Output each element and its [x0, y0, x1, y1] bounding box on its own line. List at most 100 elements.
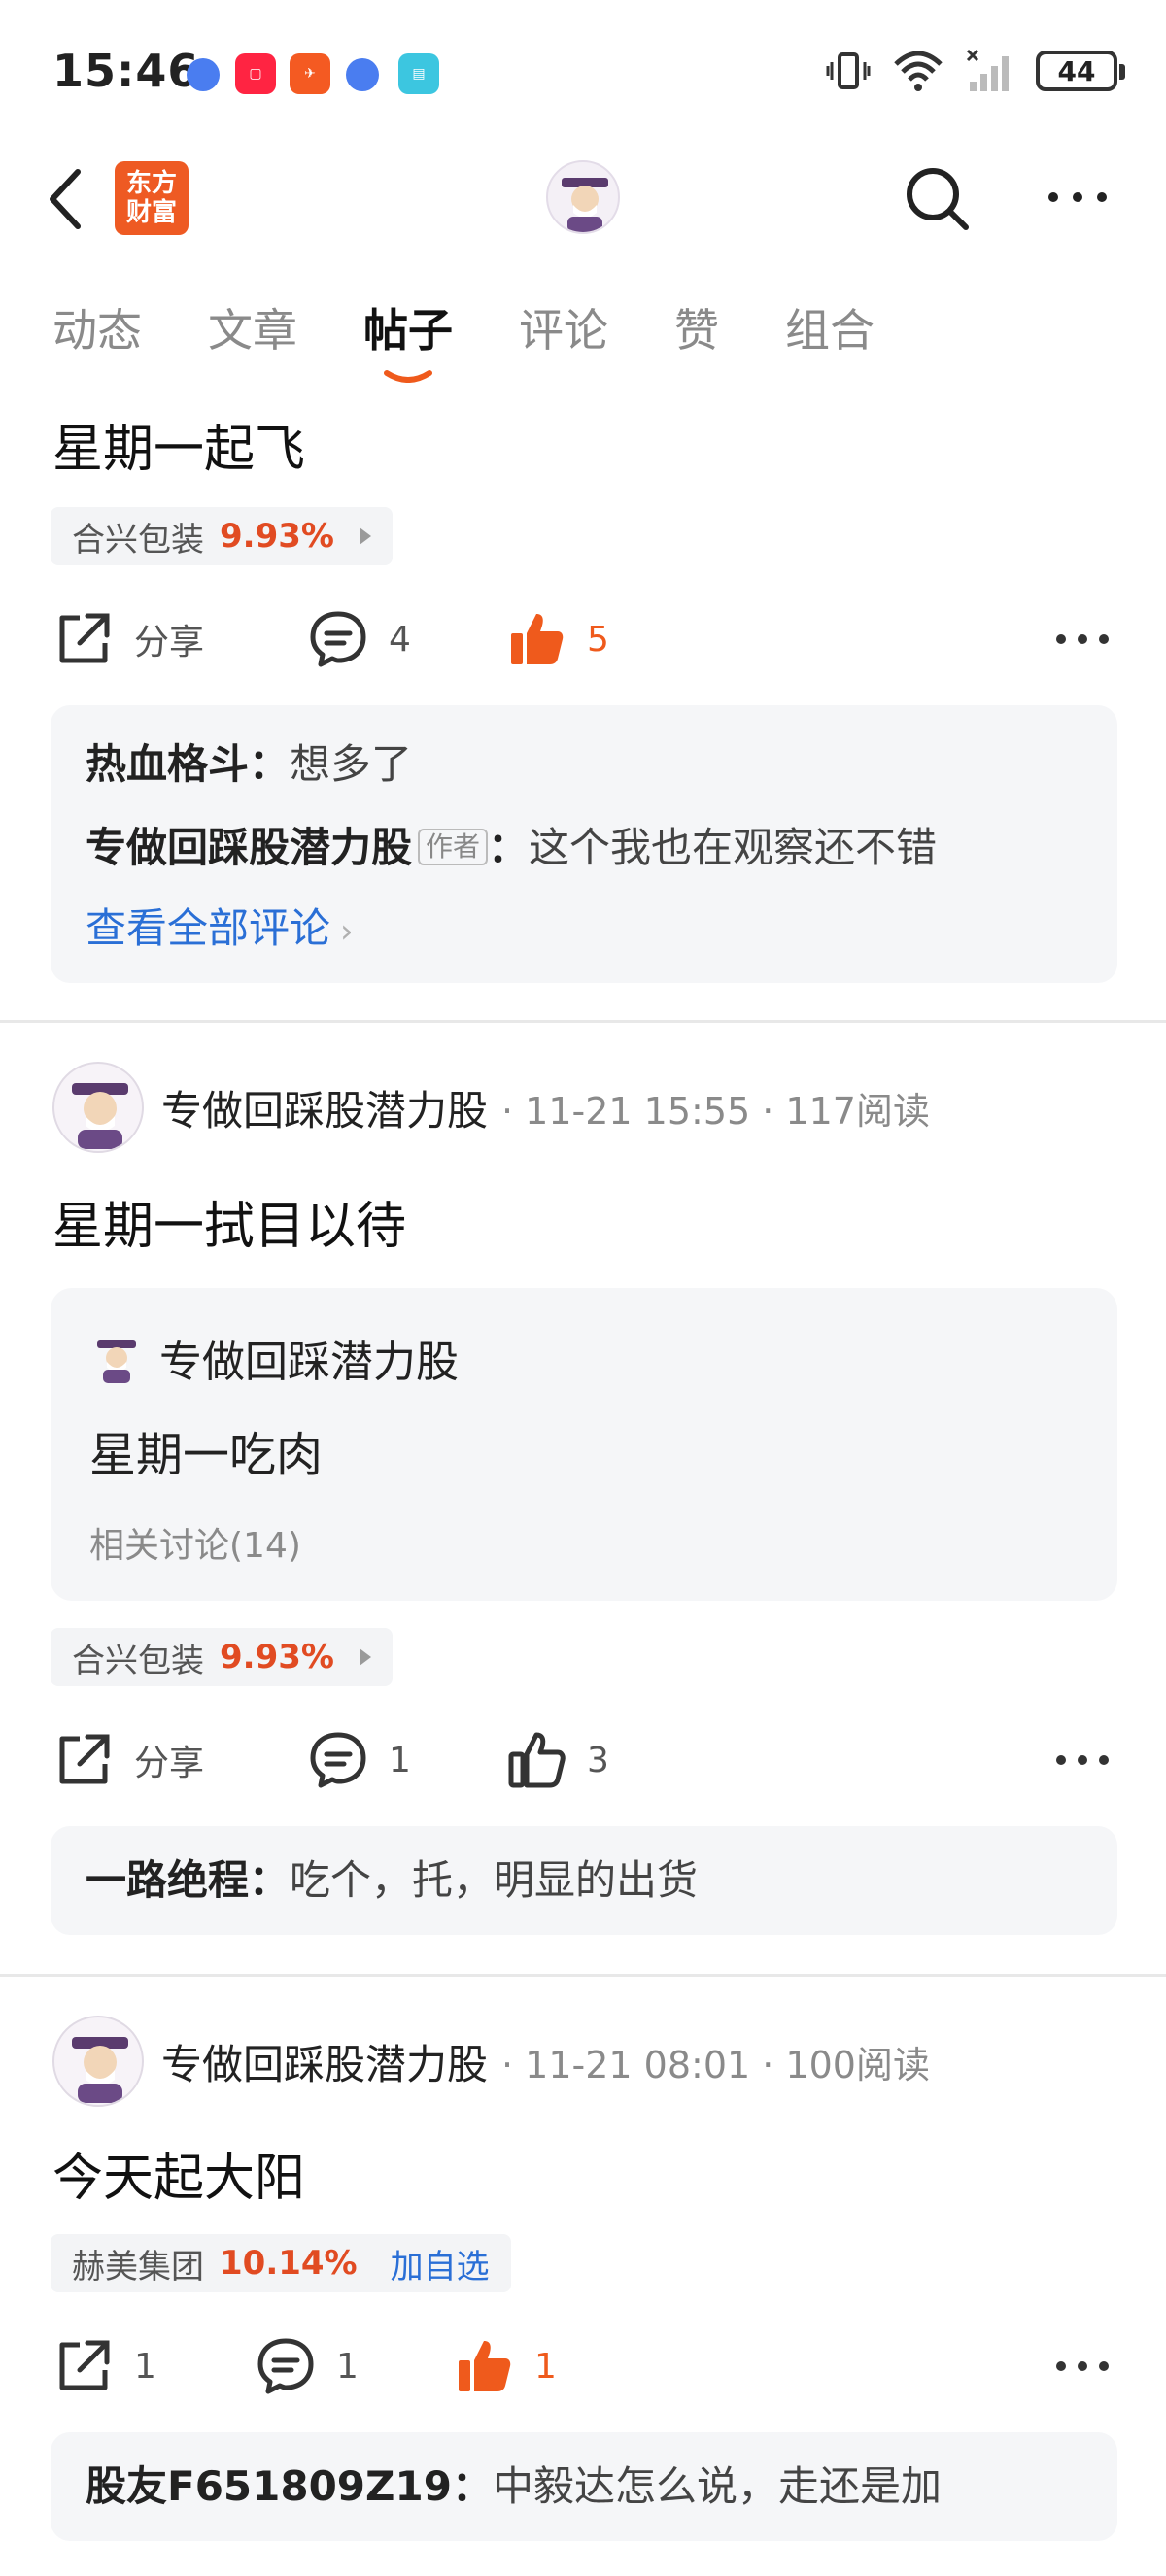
comment-item: 一路绝程：吃个，托，明显的出货 [86, 1844, 1082, 1917]
tab-dynamic[interactable]: 动态 [52, 291, 142, 369]
post-author-row: 专做回踩股潜力股 · 11-21 08:01 · 100阅读 [52, 2015, 930, 2108]
author-avatar[interactable] [52, 1062, 144, 1153]
post-meta: · 11-21 15:55 · 117阅读 [501, 1089, 930, 1133]
tab-articles[interactable]: 文章 [208, 291, 297, 369]
app-notification-icon [187, 58, 220, 91]
comment-button[interactable]: 4 [307, 600, 411, 678]
like-filled-icon [511, 614, 564, 664]
author-avatar[interactable] [52, 2016, 144, 2107]
view-all-label: 查看全部评论 [86, 904, 331, 952]
search-button[interactable] [902, 163, 972, 233]
tab-likes[interactable]: 赞 [674, 291, 719, 369]
comment-text: 想多了 [290, 740, 413, 788]
comment-user[interactable]: 热血格斗 [86, 740, 249, 788]
like-count: 5 [587, 619, 609, 660]
quoted-author-avatar [89, 1331, 144, 1385]
stock-chip[interactable]: 合兴包装 9.93% [51, 1628, 393, 1686]
chevron-right-icon [359, 527, 371, 545]
tab-label: 文章 [208, 304, 297, 356]
active-tab-underline [384, 370, 432, 383]
comment-text: 中毅达怎么说，走还是加 [492, 2462, 942, 2510]
share-button[interactable]: 1 [52, 2327, 156, 2405]
more-button[interactable] [1046, 181, 1110, 214]
comment-user[interactable]: 专做回踩股潜力股 [86, 824, 412, 871]
avatar-image [72, 2037, 128, 2103]
author-name[interactable]: 专做回踩股潜力股 [161, 1078, 488, 1137]
comment-count: 1 [389, 1740, 411, 1780]
tab-portfolio[interactable]: 组合 [785, 291, 874, 369]
view-all-comments-link[interactable]: 查看全部评论 › [86, 890, 1082, 970]
share-button[interactable]: 分享 [52, 600, 204, 678]
comment-icon [310, 611, 366, 667]
related-discussion[interactable]: 相关讨论(14) [89, 1517, 301, 1568]
stock-change: 9.93% [220, 517, 334, 556]
comment-user[interactable]: 股友F651809Z19 [86, 2462, 452, 2510]
post-title[interactable]: 星期一拭目以待 [52, 1185, 406, 1258]
comment-preview[interactable]: 热血格斗：想多了 专做回踩股潜力股 作者 ：这个我也在观察还不错 查看全部评论 › [51, 705, 1117, 983]
brand-logo-line1: 东方 [125, 169, 177, 198]
post-actions: 分享 1 3 [0, 1721, 1166, 1799]
vibrate-icon [826, 52, 871, 89]
post-title[interactable]: 星期一起飞 [52, 408, 305, 481]
comment-item: 热血格斗：想多了 [86, 723, 1082, 806]
post-more-button[interactable] [1055, 1721, 1129, 1799]
avatar-image [562, 178, 608, 232]
post-more-button[interactable] [1055, 2327, 1129, 2405]
user-avatar[interactable] [546, 160, 620, 234]
comment-separator: ： [451, 2462, 493, 2510]
post-author-row: 专做回踩股潜力股 · 11-21 15:55 · 117阅读 [52, 1061, 930, 1154]
comment-button[interactable]: 1 [307, 1721, 411, 1799]
comment-separator: ： [249, 740, 291, 788]
comment-button[interactable]: 1 [255, 2327, 359, 2405]
tab-posts[interactable]: 帖子 [363, 291, 453, 383]
tab-comments[interactable]: 评论 [519, 291, 608, 369]
status-time: 15:46 [52, 45, 200, 97]
back-icon [50, 169, 81, 229]
like-count: 3 [587, 1740, 609, 1780]
battery-indicator: 44 [1036, 51, 1125, 91]
comment-separator: ： [488, 824, 530, 871]
back-button[interactable] [47, 165, 95, 233]
tab-label: 评论 [519, 304, 608, 356]
author-name[interactable]: 专做回踩股潜力股 [161, 2032, 488, 2091]
add-to-watchlist-button[interactable]: 加自选 [391, 2240, 490, 2288]
like-button[interactable]: 3 [505, 1721, 609, 1799]
avatar-image [97, 1340, 136, 1383]
quoted-post-card[interactable]: 专做回踩潜力股 星期一吃肉 相关讨论(14) [51, 1288, 1117, 1601]
stock-name: 合兴包装 [72, 520, 204, 559]
comment-preview[interactable]: 一路绝程：吃个，托，明显的出货 [51, 1826, 1117, 1935]
stock-name: 合兴包装 [72, 1641, 204, 1680]
share-icon [59, 613, 110, 663]
tab-label: 赞 [674, 304, 719, 356]
share-button[interactable]: 分享 [52, 1721, 204, 1799]
brand-logo[interactable]: 东方 财富 [115, 161, 189, 235]
quoted-author-name: 专做回踩潜力股 [159, 1338, 459, 1387]
post-meta: · 11-21 08:01 · 100阅读 [501, 2043, 930, 2086]
post-actions: 1 1 1 [0, 2327, 1166, 2405]
quoted-text: 星期一吃肉 [89, 1428, 324, 1482]
search-icon [907, 168, 969, 230]
share-label: 分享 [134, 623, 205, 662]
stock-chip[interactable]: 赫美集团 10.14% 加自选 [51, 2234, 511, 2292]
comment-icon [257, 2338, 314, 2394]
comment-user[interactable]: 一路绝程 [86, 1856, 249, 1904]
like-button[interactable]: 5 [505, 600, 609, 678]
profile-tabs: 动态 文章 帖子 评论 赞 组合 [0, 291, 1166, 389]
brand-logo-line2: 财富 [125, 198, 177, 227]
stock-change: 10.14% [220, 2244, 358, 2283]
reader-icon: ▤ [398, 53, 439, 94]
more-icon [1048, 192, 1107, 202]
stock-chip[interactable]: 合兴包装 9.93% [51, 507, 393, 565]
post-title[interactable]: 今天起大阳 [52, 2137, 305, 2210]
post-more-button[interactable] [1055, 600, 1129, 678]
comment-preview[interactable]: 股友F651809Z19：中毅达怎么说，走还是加 [51, 2432, 1117, 2541]
top-nav: 东方 财富 [0, 146, 1166, 253]
like-button[interactable]: 1 [453, 2327, 557, 2405]
stock-name: 赫美集团 [72, 2247, 204, 2287]
avatar-image [72, 1083, 128, 1149]
like-filled-icon [459, 2341, 511, 2391]
signal-icon [966, 49, 1009, 91]
share-icon [59, 2340, 110, 2390]
battery-level: 44 [1057, 54, 1096, 87]
wifi-icon [894, 51, 943, 91]
